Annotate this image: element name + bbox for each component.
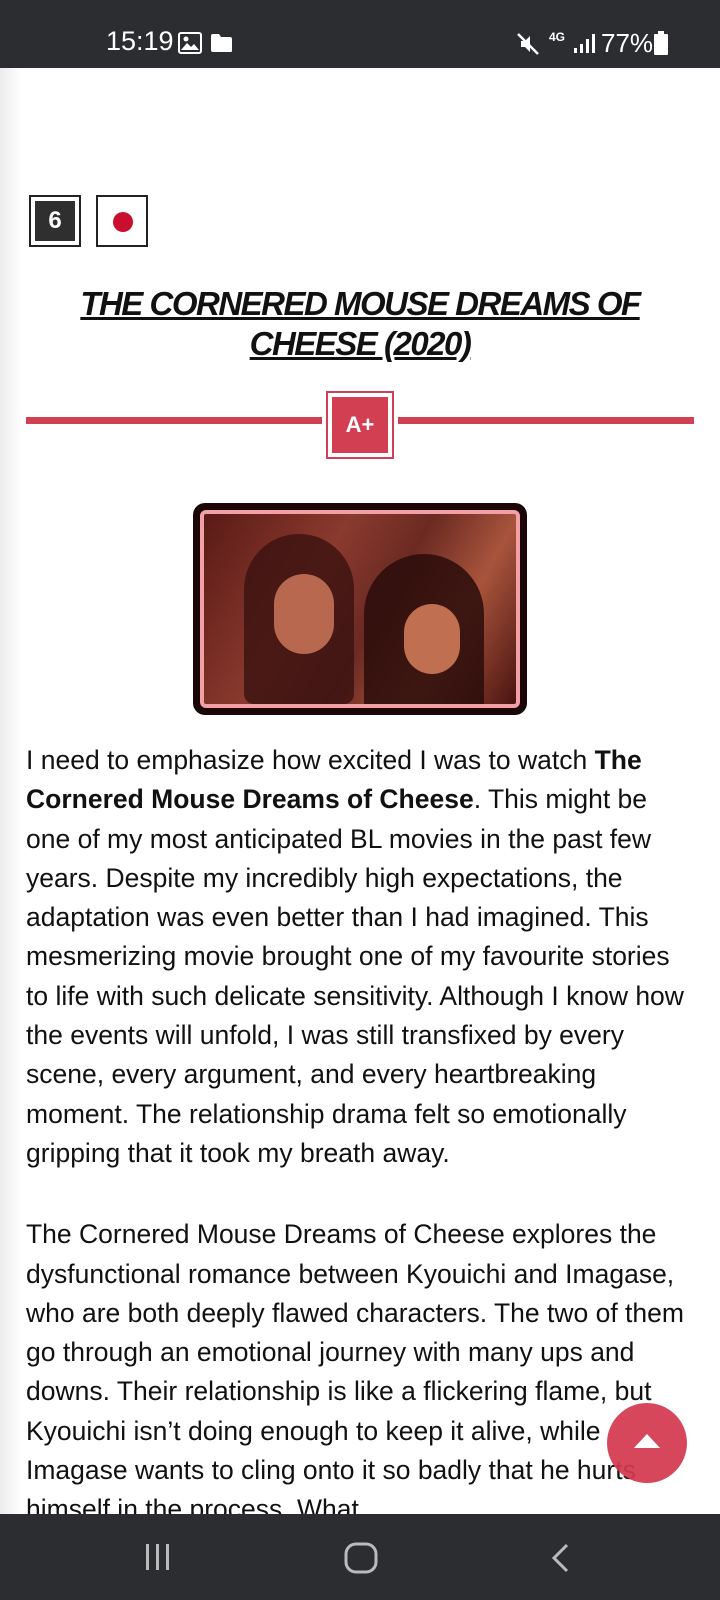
status-bar: 15:19 4G 77%: [0, 0, 720, 68]
paragraph-2: The Cornered Mouse Dreams of Cheese expl…: [26, 1219, 684, 1525]
japan-flag-icon: [96, 195, 148, 247]
paragraph-1: I need to emphasize how excited I was to…: [26, 745, 684, 1168]
battery-percent: 77%: [601, 28, 654, 58]
review-article: I need to emphasize how excited I was to…: [26, 741, 698, 1572]
scroll-to-top-button[interactable]: [607, 1403, 687, 1483]
status-time: 15:19: [106, 26, 174, 56]
image-frame: [200, 510, 520, 708]
flag-red-circle: [113, 212, 133, 232]
rank-number: 6: [35, 201, 75, 241]
grade-line-left: [26, 417, 322, 424]
movie-still-image: [193, 503, 527, 715]
network-type: 4G: [549, 30, 566, 44]
grade-badge: A+: [326, 391, 394, 459]
recent-apps-icon[interactable]: [143, 1542, 173, 1572]
grade-line-right: [398, 417, 694, 424]
review-title[interactable]: THE CORNERED MOUSE DREAMS OF CHEESE (202…: [24, 284, 696, 364]
folder-icon: [211, 34, 232, 52]
battery-icon: [654, 31, 668, 55]
arrow-up-icon: [634, 1434, 660, 1448]
image-icon: [178, 32, 202, 54]
mute-icon: [517, 33, 539, 55]
signal-icon: [574, 34, 595, 53]
home-icon[interactable]: [344, 1542, 378, 1574]
grade-label: A+: [332, 397, 388, 453]
back-icon[interactable]: [549, 1542, 573, 1574]
page-edge-shadow: [0, 68, 22, 1514]
system-nav-bar: [0, 1514, 720, 1600]
rank-badge: 6: [29, 195, 81, 247]
